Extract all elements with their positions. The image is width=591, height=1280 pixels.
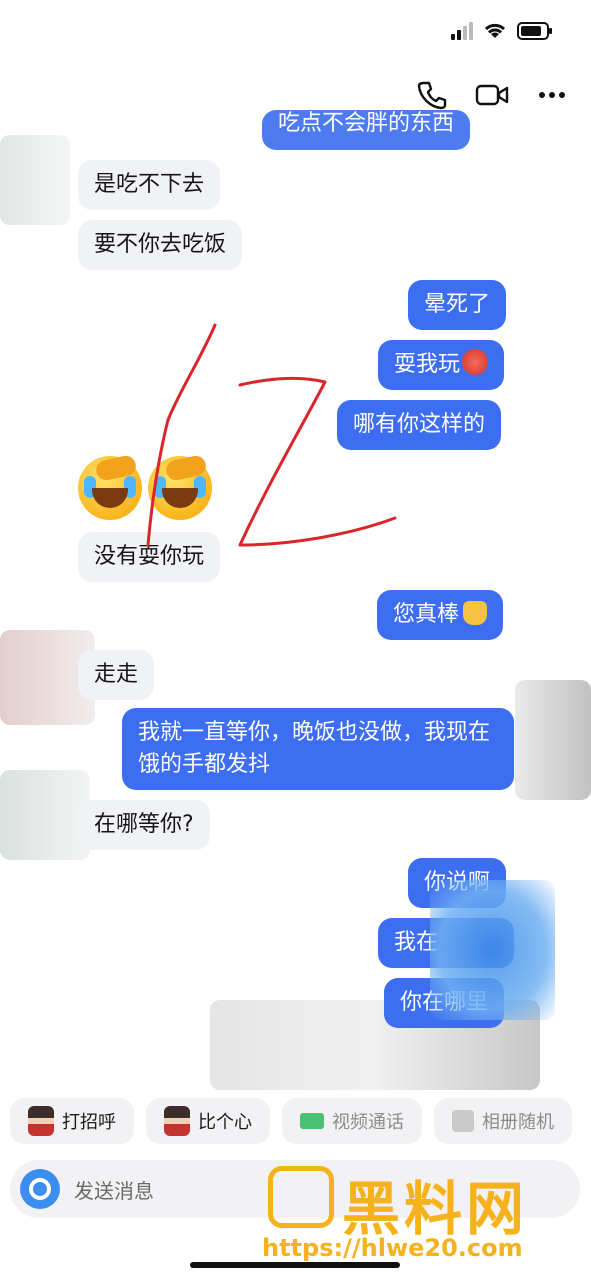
watermark-logo-icon <box>268 1166 334 1228</box>
chip-album-random[interactable]: 相册随机 <box>434 1098 572 1144</box>
laughing-crying-icon <box>148 454 212 520</box>
redaction-patch <box>0 770 90 860</box>
camera-icon[interactable] <box>20 1169 60 1209</box>
more-icon[interactable] <box>535 78 569 112</box>
chip-label: 视频通话 <box>332 1112 404 1133</box>
avatar-icon <box>164 1106 190 1136</box>
avatar-icon <box>28 1106 54 1136</box>
redaction-patch <box>0 135 70 225</box>
chip-label: 打招呼 <box>62 1112 116 1133</box>
message-sent: 晕死了 <box>408 280 507 330</box>
video-icon <box>300 1113 324 1129</box>
redaction-patch <box>430 880 555 1020</box>
chip-video-call[interactable]: 视频通话 <box>282 1098 422 1144</box>
thumbs-up-icon <box>463 601 488 625</box>
message-sent: 耍我玩 <box>378 340 505 390</box>
quick-reply-chips: 打招呼 比个心 视频通话 相册随机 <box>10 1098 590 1144</box>
chip-label: 比个心 <box>198 1112 252 1133</box>
video-call-icon[interactable] <box>475 78 509 112</box>
phone-icon[interactable] <box>415 78 449 112</box>
redaction-patch <box>515 680 591 800</box>
watermark-url: https://hlwe20.com <box>262 1234 523 1262</box>
message-received: 是吃不下去 <box>78 160 221 210</box>
angry-face-icon <box>462 349 489 375</box>
message-received: 在哪等你? <box>78 800 210 850</box>
message-input[interactable]: 发送消息 <box>74 1175 154 1204</box>
status-icons <box>451 22 553 40</box>
message-sent: 吃点不会胖的东西 <box>262 110 471 150</box>
wifi-icon <box>483 22 507 40</box>
chip-heart[interactable]: 比个心 <box>146 1098 270 1144</box>
battery-icon <box>517 22 553 40</box>
signal-icon <box>451 22 473 40</box>
chat-header-actions <box>415 78 569 112</box>
chip-label: 相册随机 <box>482 1112 554 1133</box>
message-sent: 哪有你这样的 <box>337 400 502 450</box>
message-sent: 您真棒 <box>377 590 504 640</box>
watermark: 黑料网 https://hlwe20.com <box>262 1160 582 1272</box>
message-text: 您真棒 <box>393 602 460 627</box>
home-indicator[interactable] <box>190 1262 400 1268</box>
message-received: 走走 <box>78 650 155 700</box>
status-bar <box>0 0 591 64</box>
album-icon <box>452 1110 474 1132</box>
message-text: 耍我玩 <box>394 352 461 377</box>
message-sent: 我就一直等你，晚饭也没做，我现在饿的手都发抖 <box>122 708 514 790</box>
message-received: 要不你去吃饭 <box>78 220 243 270</box>
chip-greet[interactable]: 打招呼 <box>10 1098 134 1144</box>
message-received: 没有耍你玩 <box>78 532 221 582</box>
laughing-crying-icon <box>78 454 142 520</box>
emoji-message <box>78 454 212 520</box>
